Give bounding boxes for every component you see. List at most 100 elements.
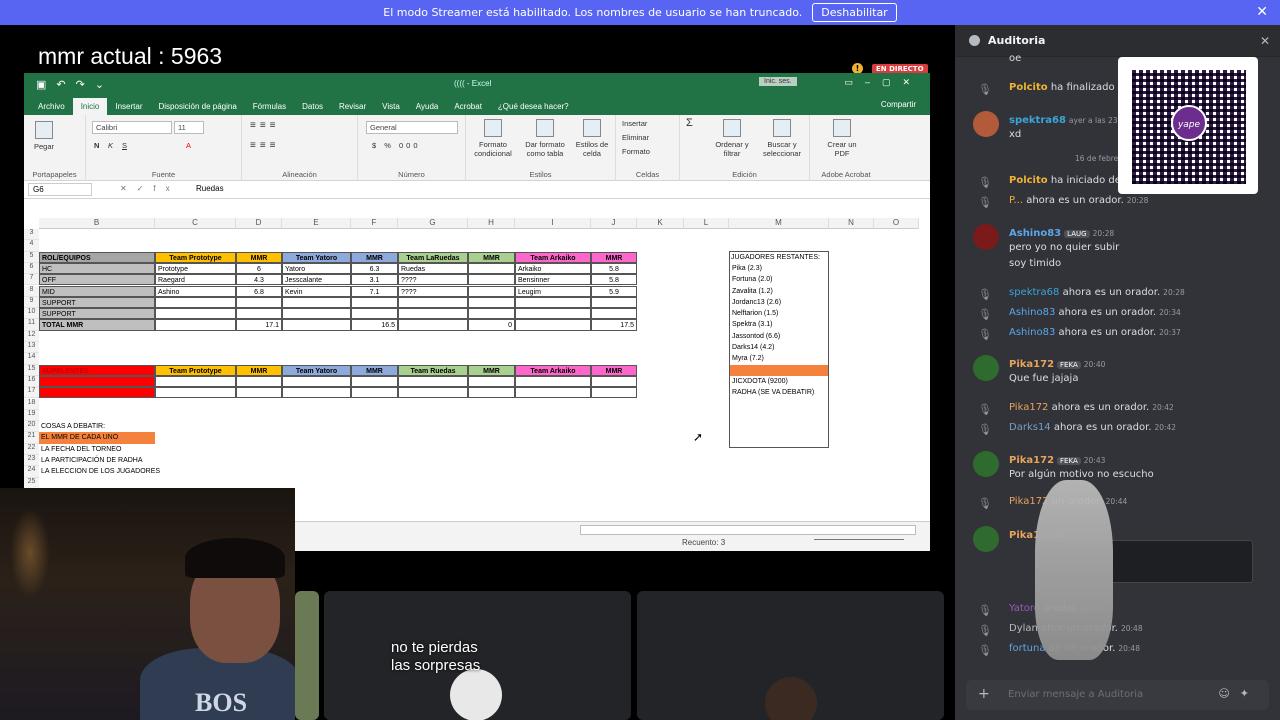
remaining-title[interactable]: JUGADORES RESTANTES: — [729, 252, 829, 263]
table-cell[interactable] — [468, 375, 515, 388]
table-header-cell[interactable]: MMR — [468, 251, 515, 263]
username[interactable]: Pika172 — [1009, 359, 1054, 370]
customize-icon[interactable]: ⌄ — [95, 78, 104, 91]
table-cell[interactable] — [282, 308, 351, 320]
table-cell[interactable]: 5.8 — [591, 262, 637, 275]
table-cell[interactable]: Bensinner — [515, 274, 591, 286]
ribbon-tab[interactable]: Datos — [294, 98, 331, 115]
underline-button[interactable]: S — [122, 141, 127, 150]
table-header-cell[interactable]: ROL/EQUIPOS — [39, 251, 155, 263]
total-cell[interactable]: 17.5 — [591, 319, 637, 331]
conditional-format-button[interactable]: Formato condicional — [470, 119, 516, 158]
remaining-player[interactable] — [730, 364, 828, 376]
sign-in-button[interactable]: Inic. ses. — [759, 77, 797, 86]
debate-item[interactable]: LA PARTICIPACIÓN DE RADHA — [39, 455, 239, 466]
function-icons[interactable]: ✕✓fx — [120, 184, 180, 193]
font-name-select[interactable]: Calibri — [92, 121, 172, 134]
remaining-player[interactable]: JICXDOTA (9200) — [730, 376, 828, 387]
ribbon-tab[interactable]: Vista — [374, 98, 408, 115]
find-select-button[interactable]: Buscar y seleccionar — [758, 119, 806, 158]
table-cell[interactable]: Raegard — [155, 274, 236, 286]
remaining-player[interactable]: Myra (7.2) — [730, 353, 828, 364]
table-cell[interactable] — [155, 308, 236, 320]
font-color-button[interactable]: A — [186, 141, 191, 150]
username[interactable]: Ashino83 — [1009, 307, 1055, 318]
table-cell[interactable]: HC — [39, 262, 155, 275]
share-button[interactable]: Compartir — [881, 100, 916, 109]
font-size-select[interactable]: 11 — [174, 121, 204, 134]
username[interactable]: Polcito — [1009, 175, 1048, 186]
remaining-player[interactable]: Zavalita (1.2) — [730, 286, 828, 297]
username[interactable]: Pika172 — [1009, 402, 1048, 413]
total-cell[interactable] — [398, 319, 468, 331]
table-header-cell[interactable]: MMR — [351, 251, 398, 263]
table-header-cell[interactable]: Team Ruedas — [398, 364, 468, 376]
table-cell[interactable] — [351, 296, 398, 309]
ribbon-tab[interactable]: Inicio — [72, 98, 108, 115]
username[interactable]: fortuna — [1009, 643, 1045, 654]
table-header-cell[interactable]: Team LaRuedas — [398, 251, 468, 263]
window-controls[interactable]: ▭–▢✕ — [844, 77, 922, 88]
total-cell[interactable] — [282, 319, 351, 331]
table-cell[interactable] — [591, 375, 637, 388]
table-cell[interactable] — [282, 296, 351, 309]
table-cell[interactable] — [398, 308, 468, 320]
table-cell[interactable] — [351, 308, 398, 320]
sum-icon[interactable]: Σ — [686, 118, 693, 129]
table-cell[interactable]: OFF — [39, 274, 155, 286]
table-header-cell[interactable]: MMR — [591, 364, 637, 376]
table-cell[interactable] — [282, 375, 351, 388]
table-cell[interactable] — [236, 296, 282, 309]
table-header-cell[interactable]: MMR — [236, 251, 282, 263]
video-tile[interactable] — [295, 591, 319, 720]
avatar[interactable] — [973, 111, 999, 137]
total-cell[interactable]: 17.1 — [236, 319, 282, 331]
ribbon-tab[interactable]: Acrobat — [446, 98, 490, 115]
table-cell[interactable] — [39, 387, 155, 399]
table-cell[interactable] — [39, 375, 155, 388]
zoom-slider[interactable] — [814, 539, 904, 540]
table-cell[interactable] — [282, 387, 351, 399]
username[interactable]: P... — [1009, 195, 1023, 206]
table-cell[interactable] — [468, 387, 515, 399]
remaining-player[interactable]: Pika (2.3) — [730, 263, 828, 274]
table-header-cell[interactable]: Team Arkaiko — [515, 251, 591, 263]
table-header-cell[interactable]: Team Yatoro — [282, 364, 351, 376]
emoji-icons[interactable]: ☺✦ — [1218, 687, 1259, 700]
table-cell[interactable]: 6 — [236, 262, 282, 275]
spreadsheet-grid[interactable]: B C D E F G H I J K L M N O 3 4 5 6 7 8 9 10 11 12 13 14 15 16 17 18 1… — [24, 218, 930, 521]
table-cell[interactable]: SUPPORT — [39, 308, 155, 320]
username[interactable]: Dylan — [1009, 623, 1038, 634]
table-cell[interactable]: Yatoro — [282, 262, 351, 275]
table-header-cell[interactable]: MMR — [468, 364, 515, 376]
table-cell[interactable]: Ashino — [155, 285, 236, 297]
ribbon-tab[interactable]: Disposición de página — [151, 98, 245, 115]
table-cell[interactable]: MID — [39, 285, 155, 297]
avatar[interactable] — [973, 224, 999, 250]
table-cell[interactable] — [591, 387, 637, 399]
username[interactable]: spektra68 — [1009, 287, 1059, 298]
username[interactable]: Pika172 — [1009, 455, 1054, 466]
username[interactable]: Darks14 — [1009, 422, 1051, 433]
remaining-player[interactable]: Darks14 (4.2) — [730, 342, 828, 353]
table-cell[interactable]: 3.1 — [351, 274, 398, 286]
table-cell[interactable]: SUPPORT — [39, 296, 155, 309]
table-header-cell[interactable]: MMR — [236, 364, 282, 376]
horizontal-scrollbar[interactable] — [580, 525, 916, 535]
redo-icon[interactable]: ↷ — [76, 78, 85, 91]
debate-item[interactable]: LA FECHA DEL TORNEO — [39, 444, 239, 455]
delete-cells-button[interactable]: Eliminar — [622, 133, 649, 142]
remaining-player[interactable]: Spektra (3.1) — [730, 319, 828, 330]
table-cell[interactable] — [351, 375, 398, 388]
format-cells-button[interactable]: Formato — [622, 147, 650, 156]
table-cell[interactable]: Prototype — [155, 262, 236, 275]
avatar[interactable] — [973, 451, 999, 477]
table-cell[interactable] — [591, 296, 637, 309]
italic-button[interactable]: K — [108, 141, 113, 150]
table-cell[interactable]: Kevin — [282, 285, 351, 297]
table-cell[interactable] — [468, 308, 515, 320]
table-cell[interactable] — [398, 296, 468, 309]
table-cell[interactable]: 4.3 — [236, 274, 282, 286]
ribbon-tab[interactable]: Insertar — [107, 98, 150, 115]
table-cell[interactable]: 7.1 — [351, 285, 398, 297]
